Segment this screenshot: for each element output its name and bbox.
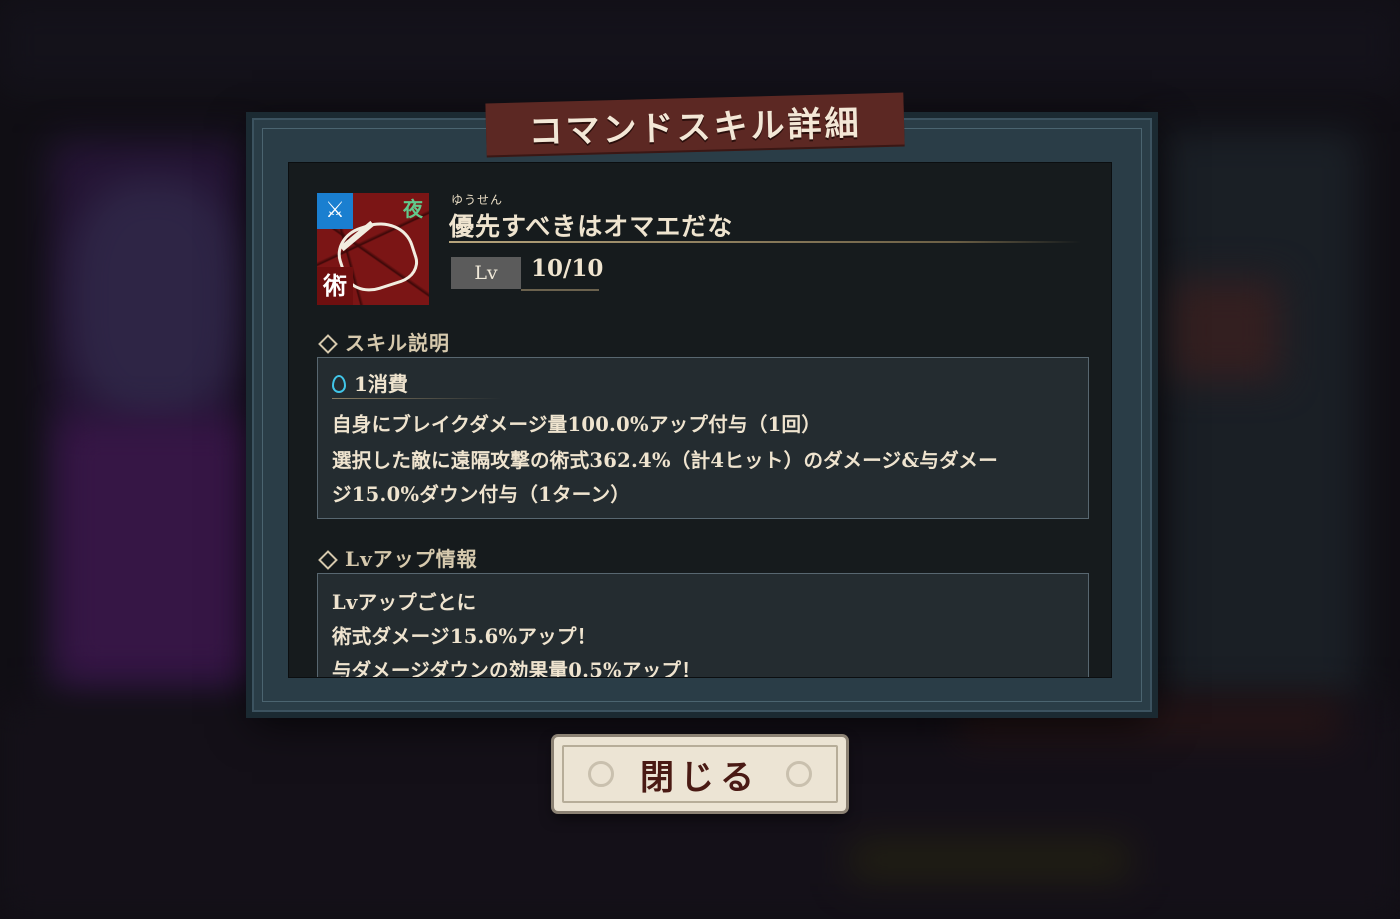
levelup-info-heading: Lvアップ情報 [317,543,478,572]
skill-icon: ⚔ 夜 術 [317,193,429,305]
skill-detail-dialog: コマンドスキル詳細 ⚔ 夜 術 ゆうせん 優先すべきはオマエだな Lv 10/1… [252,92,1152,712]
cost-row: 1消費 [332,368,408,397]
skill-description-heading: スキル説明 [317,327,450,356]
levelup-line: 与ダメージダウンの効果量0.5%アップ！ [332,659,702,678]
description-line: ジ15.0%ダウン付与（1ターン） [332,483,631,506]
description-line: 選択した敵に遠隔攻撃の術式362.4%（計4ヒット）のダメージ&与ダメー [332,449,999,472]
levelup-line: 術式ダメージ15.6%アップ！ [332,625,597,648]
close-button[interactable]: 閉じる [554,737,846,811]
levelup-line: Lvアップごとに [332,591,477,614]
cost-text: 1消費 [354,372,408,396]
description-line: 自身にブレイクダメージ量100.0%アップ付与（1回） [332,413,822,436]
levelup-info-box: Lvアップごとに 術式ダメージ15.6%アップ！ 与ダメージダウンの効果量0.5… [317,573,1089,678]
diamond-icon [318,549,338,570]
level-value: 10/10 [531,255,604,282]
divider [521,289,599,291]
title-banner: コマンドスキル詳細 [485,92,905,156]
sword-icon: ⚔ [317,193,353,229]
diamond-icon [318,333,338,354]
jutsu-badge: 術 [317,267,353,305]
close-button-label: 閉じる [640,757,760,798]
skill-name: 優先すべきはオマエだな [449,212,734,241]
divider [449,241,1081,243]
divider [332,398,502,399]
ornament-icon [588,761,614,787]
dialog-content[interactable]: ⚔ 夜 術 ゆうせん 優先すべきはオマエだな Lv 10/10 スキル説明 1消… [288,162,1112,678]
dialog-title: コマンドスキル詳細 [528,103,863,152]
ornament-icon [786,761,812,787]
skill-name-furigana: ゆうせん [451,193,504,207]
night-badge: 夜 [403,197,423,221]
level-label: Lv [451,257,521,289]
flame-icon [332,375,346,393]
skill-description-box: 1消費 自身にブレイクダメージ量100.0%アップ付与（1回） 選択した敵に遠隔… [317,357,1089,519]
